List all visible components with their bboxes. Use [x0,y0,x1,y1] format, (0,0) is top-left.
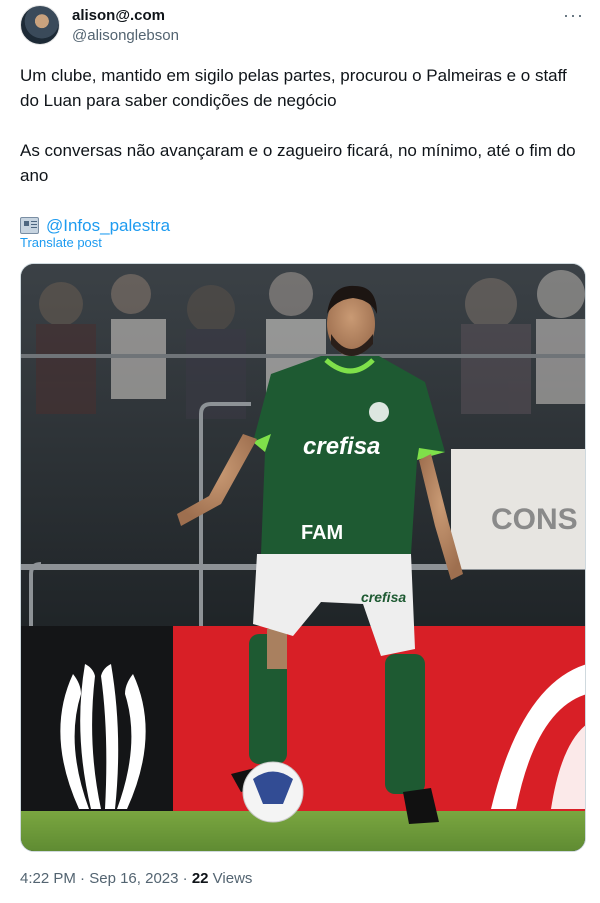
meta-separator: · [182,870,188,887]
tweet-header: alison@.com @alisonglebson ··· [18,4,586,48]
tweet-paragraph: Um clube, mantido em sigilo pelas partes… [20,66,567,110]
photo-scene: CONS crefisa crefisa FAM [21,264,585,851]
tweet-photo[interactable]: CONS crefisa crefisa FAM [20,263,586,852]
more-options-icon[interactable]: ··· [563,5,584,26]
shirt-sponsor: crefisa [303,433,380,460]
post-meta: 4:22 PM · Sep 16, 2023 · 22 Views [20,870,252,887]
tweet-text: Um clube, mantido em sigilo pelas partes… [20,63,585,238]
views-count: 22 [191,870,209,887]
author-display-name[interactable]: alison@.com [72,7,165,24]
club-crest [369,402,389,422]
post-date[interactable]: Sep 16, 2023 [89,870,178,887]
post-time[interactable]: 4:22 PM [20,870,76,887]
shorts-sponsor: crefisa [361,589,406,605]
tweet-paragraph: As conversas não avançaram e o zagueiro … [20,141,576,185]
shirt-secondary-sponsor: FAM [301,522,343,544]
author-handle[interactable]: @alisonglebson [72,27,179,44]
views-label: Views [212,870,253,887]
meta-separator: · [80,870,86,887]
source-line: @Infos_palestra [20,213,585,238]
newspaper-icon [20,217,39,234]
banner-text: CONS [491,503,578,536]
avatar[interactable] [20,5,60,45]
translate-post-link[interactable]: Translate post [20,235,102,250]
